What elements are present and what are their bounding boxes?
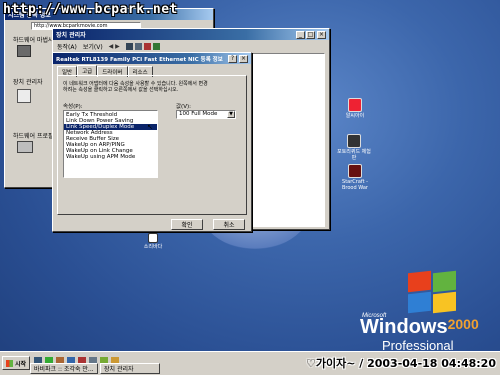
start-label: 시작 <box>15 360 27 368</box>
desktop-icon-label: StarCraft - Brood War <box>341 179 368 191</box>
app-icon <box>348 98 362 112</box>
adapter-properties-dialog[interactable]: Realtek RTL8139 Family PCI Fast Ethernet… <box>52 52 252 232</box>
device-manager-title: 장치 관리자 <box>56 32 86 39</box>
minimize-button[interactable]: _ <box>296 31 305 39</box>
ok-button[interactable]: 확인 <box>171 219 203 230</box>
menu-view[interactable]: 보기(V) <box>83 42 103 51</box>
property-item[interactable]: WakeUp using APM Mode <box>64 154 157 160</box>
value-select-text: 100 Full Mode <box>179 111 218 117</box>
logo-version: 2000 <box>447 316 479 332</box>
app-icon <box>348 164 362 178</box>
property-label: 속성(P): <box>63 104 83 110</box>
dialog-title: Realtek RTL8139 Family PCI Fast Ethernet… <box>56 56 223 63</box>
value-select[interactable]: 100 Full Mode ▼ <box>176 110 236 119</box>
logo-windows-word: Windows <box>360 316 448 338</box>
desktop-icon-label: 포토리퀴드 체험판 <box>337 149 371 161</box>
task-button-device-manager[interactable]: 장치 관리자 <box>100 363 160 374</box>
desktop-icon-starcraft[interactable]: StarCraft - Brood War <box>337 164 373 191</box>
windows-flag-icon <box>408 270 458 314</box>
help-button[interactable]: ? <box>228 55 237 63</box>
dialog-titlebar[interactable]: Realtek RTL8139 Family PCI Fast Ethernet… <box>53 53 251 64</box>
toolbar-icons[interactable] <box>125 42 160 50</box>
logo-windows-text: Windows2000 <box>360 316 479 339</box>
task-button-browser[interactable]: 바비파크 :: 조각숙 만... <box>30 363 98 374</box>
hardware-profile-icon <box>17 141 33 153</box>
device-manager-group-label: 장치 관리자 <box>13 79 43 86</box>
tray-clock-overlay: ♡가이자~ / 2003-04-18 04:48:20 <box>305 357 496 370</box>
desktop-icon-soribada[interactable]: 소리바다 <box>140 233 166 250</box>
app-icon <box>148 233 158 243</box>
desktop-icon-label: 소리바다 <box>143 244 163 250</box>
menu-action[interactable]: 동작(A) <box>57 42 77 51</box>
start-button[interactable]: 시작 <box>2 356 30 370</box>
device-manager-menubar: 동작(A) 보기(V) ◀ ▶ <box>57 41 160 51</box>
close-button[interactable]: × <box>317 31 326 39</box>
task-button-label: 장치 관리자 <box>104 366 134 373</box>
desktop-icon-photoliquid[interactable]: 포토리퀴드 체험판 <box>336 134 372 161</box>
dialog-close-button[interactable]: × <box>239 55 248 63</box>
back-icon[interactable]: ◀ ▶ <box>109 43 120 50</box>
task-button-label: 바비파크 :: 조각숙 만... <box>34 366 94 373</box>
device-manager-icon <box>17 89 31 103</box>
watermark-url: http://www.bcpark.net <box>3 2 178 17</box>
maximize-button[interactable]: □ <box>306 31 315 39</box>
property-list[interactable]: Early Tx Threshold Link Down Power Savin… <box>63 110 158 178</box>
device-manager-titlebar[interactable]: 장치 관리자 <box>53 29 329 40</box>
hardware-wizard-group-label: 하드웨어 마법사 <box>13 37 54 44</box>
description-text: 이 네트워크 어댑터에 다음 속성을 사용할 수 있습니다. 왼쪽에서 변경 하… <box>63 81 208 93</box>
app-icon <box>347 134 361 148</box>
cancel-button[interactable]: 취소 <box>213 219 245 230</box>
hardware-profile-group-label: 하드웨어 프로필 <box>13 133 54 140</box>
desktop: 시스템 등록 정보 http://www.bcparkmovie.com 하드웨… <box>0 0 500 375</box>
chevron-down-icon[interactable]: ▼ <box>227 111 235 118</box>
hardware-wizard-icon <box>17 45 31 57</box>
desktop-icon-alsee[interactable]: 알씨아이 <box>340 98 370 119</box>
mouse-cursor-icon: ↖ <box>147 123 153 131</box>
desktop-icon-label: 알씨아이 <box>345 113 365 119</box>
tab-panel: 이 네트워크 어댑터에 다음 속성을 사용할 수 있습니다. 왼쪽에서 변경 하… <box>57 75 247 215</box>
value-label: 값(V): <box>176 104 191 110</box>
windows-flag-small-icon <box>6 359 13 367</box>
